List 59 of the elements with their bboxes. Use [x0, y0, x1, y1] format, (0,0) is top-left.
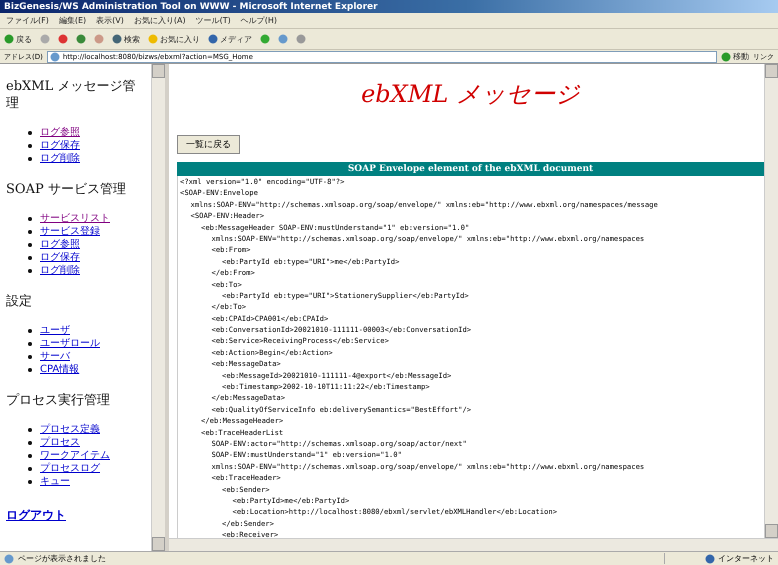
nav-link[interactable]: キュー	[40, 475, 70, 488]
nav-link[interactable]: サービスリスト	[40, 212, 110, 225]
bullet-icon	[28, 428, 32, 432]
zone-label: インターネット	[718, 553, 774, 564]
nav-link[interactable]: プロセス	[40, 436, 80, 449]
favorites-button[interactable]: お気に入り	[148, 34, 200, 44]
bullet-icon	[28, 342, 32, 346]
nav-link[interactable]: サーバ	[40, 350, 70, 363]
go-button[interactable]: 移動	[721, 51, 749, 62]
nav-link[interactable]: CPA情報	[40, 363, 80, 376]
back-button[interactable]: 戻る	[4, 34, 32, 44]
nav-link[interactable]: ログ参照	[40, 126, 80, 139]
section-heading: 設定	[6, 293, 33, 310]
section-heading: プロセス実行管理	[6, 392, 111, 409]
nav-link[interactable]: ログ参照	[40, 238, 80, 251]
media-button[interactable]: メディア	[208, 34, 252, 44]
menu-item[interactable]: 表示(V)	[96, 15, 124, 26]
back-to-list-button[interactable]: 一覧に戻る	[177, 135, 240, 154]
bullet-icon	[28, 368, 32, 372]
nav-link[interactable]: ユーザロール	[40, 337, 100, 350]
bullet-icon	[28, 440, 32, 444]
bullet-icon	[28, 328, 32, 332]
bullet-icon	[28, 130, 32, 134]
bullet-icon	[28, 156, 32, 160]
bullet-icon	[28, 242, 32, 246]
bullet-icon	[28, 230, 32, 234]
search-button[interactable]: 検索	[112, 34, 140, 44]
menu-item[interactable]: ツール(T)	[196, 15, 231, 26]
bullet-icon	[28, 480, 32, 484]
nav-link[interactable]: ログ保存	[40, 251, 80, 264]
menu-item[interactable]: お気に入り(A)	[134, 15, 186, 26]
menu-item[interactable]: ヘルプ(H)	[240, 15, 277, 26]
window-title: BizGenesis/WS Administration Tool on WWW - Microsoft Internet Explorer	[0, 0, 778, 13]
section-heading: ebXML メッセージ管理	[6, 78, 136, 112]
nav-link[interactable]: サービス登録	[40, 225, 100, 238]
vertical-scrollbar[interactable]	[151, 64, 165, 551]
bullet-icon	[28, 268, 32, 272]
nav-link[interactable]: ログ保存	[40, 139, 80, 152]
nav-link[interactable]: ワークアイテム	[40, 449, 110, 462]
bullet-icon	[28, 466, 32, 470]
logout-link[interactable]: ログアウト	[6, 508, 66, 522]
nav-link[interactable]: ユーザ	[40, 324, 70, 337]
horizontal-scrollbar[interactable]	[169, 538, 778, 551]
nav-link[interactable]: ログ削除	[40, 152, 80, 165]
bullet-icon	[28, 144, 32, 148]
page-title: ebXML メッセージ	[360, 79, 582, 110]
nav-link[interactable]: プロセスログ	[40, 462, 100, 475]
bullet-icon	[28, 216, 32, 220]
table-header: SOAP Envelope element of the ebXML document	[177, 162, 764, 176]
nav-link[interactable]: プロセス定義	[40, 423, 100, 436]
vertical-scrollbar[interactable]	[764, 64, 778, 538]
section-heading: SOAP サービス管理	[6, 181, 127, 198]
nav-link[interactable]: ログ削除	[40, 264, 80, 277]
status-message: ページが表示されました	[18, 553, 106, 564]
menu-item[interactable]: ファイル(F)	[6, 15, 49, 26]
menu-item[interactable]: 編集(E)	[58, 15, 86, 26]
bullet-icon	[28, 256, 32, 260]
bullet-icon	[28, 354, 32, 358]
bullet-icon	[28, 454, 32, 458]
